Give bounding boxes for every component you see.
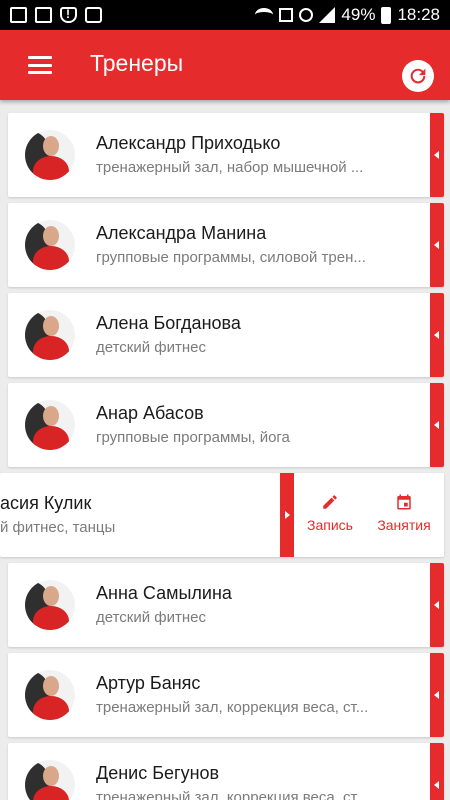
- list-item-swiped[interactable]: асия Кулик й фитнес, танцы Запись Заняти…: [0, 473, 444, 557]
- classes-button[interactable]: Занятия: [370, 493, 438, 533]
- trainer-specialty: тренажерный зал, коррекция веса, ст...: [96, 789, 369, 800]
- status-bar: 49% 18:28: [0, 0, 450, 30]
- avatar: [25, 220, 75, 270]
- refresh-button[interactable]: [402, 60, 434, 92]
- list-item[interactable]: Александра Манина групповые программы, с…: [8, 203, 444, 287]
- avatar: [25, 670, 75, 720]
- swipe-handle[interactable]: [430, 383, 444, 467]
- clock: 18:28: [397, 5, 440, 24]
- trainer-name: асия Кулик: [0, 493, 92, 513]
- list-item[interactable]: Александр Приходько тренажерный зал, наб…: [8, 113, 444, 197]
- swipe-handle[interactable]: [430, 293, 444, 377]
- swipe-actions: Запись Занятия: [294, 473, 444, 557]
- refresh-icon: [410, 68, 426, 84]
- security-warning-icon: [60, 7, 77, 23]
- home-icon: [279, 8, 294, 22]
- image-notification-icon: [35, 7, 52, 23]
- wifi-icon: [255, 8, 274, 22]
- avatar: [25, 310, 75, 360]
- swipe-handle[interactable]: [430, 653, 444, 737]
- list-item[interactable]: Анар Абасов групповые программы, йога: [8, 383, 444, 467]
- trainer-name: Денис Бегунов: [96, 763, 220, 783]
- store-notification-icon: [85, 7, 102, 23]
- battery-icon: [381, 6, 392, 24]
- list-item[interactable]: Денис Бегунов тренажерный зал, коррекция…: [8, 743, 444, 800]
- avatar: [25, 580, 75, 630]
- app-bar: Тренеры: [0, 30, 450, 100]
- avatar: [25, 130, 75, 180]
- classes-label: Занятия: [377, 517, 431, 533]
- trainer-specialty: групповые программы, силовой трен...: [96, 249, 366, 266]
- list-item[interactable]: Анна Самылина детский фитнес: [8, 563, 444, 647]
- avatar: [25, 400, 75, 450]
- list-item[interactable]: Алена Богданова детский фитнес: [8, 293, 444, 377]
- trainer-name: Артур Баняс: [96, 673, 201, 693]
- swipe-handle[interactable]: [430, 563, 444, 647]
- trainer-specialty: тренажерный зал, коррекция веса, ст...: [96, 699, 369, 716]
- book-button[interactable]: Запись: [302, 493, 358, 533]
- avatar: [25, 760, 75, 800]
- trainer-specialty: групповые программы, йога: [96, 429, 290, 446]
- trainer-specialty: детский фитнес: [96, 339, 207, 356]
- signal-icon: [319, 7, 336, 23]
- trainer-name: Александр Приходько: [96, 133, 281, 153]
- trainer-specialty: детский фитнес: [96, 609, 207, 626]
- mute-icon: [299, 8, 314, 22]
- trainer-list[interactable]: Александр Приходько тренажерный зал, наб…: [0, 100, 450, 800]
- list-item[interactable]: Артур Баняс тренажерный зал, коррекция в…: [8, 653, 444, 737]
- trainer-name: Анна Самылина: [96, 583, 232, 603]
- trainer-name: Анар Абасов: [96, 403, 204, 423]
- trainer-specialty: тренажерный зал, набор мышечной ...: [96, 159, 364, 176]
- gallery-notification-icon: [10, 7, 27, 23]
- swipe-handle[interactable]: [430, 113, 444, 197]
- battery-percent: 49%: [341, 5, 376, 24]
- swipe-handle[interactable]: [430, 743, 444, 800]
- page-title: Тренеры: [90, 50, 184, 76]
- trainer-name: Алена Богданова: [96, 313, 241, 333]
- trainer-specialty: й фитнес, танцы: [0, 519, 116, 536]
- menu-icon[interactable]: [28, 56, 52, 74]
- trainer-name: Александра Манина: [96, 223, 267, 243]
- book-label: Запись: [307, 517, 353, 533]
- swipe-handle[interactable]: [280, 473, 294, 557]
- swipe-handle[interactable]: [430, 203, 444, 287]
- calendar-icon: [397, 494, 411, 510]
- pencil-icon: [323, 495, 337, 509]
